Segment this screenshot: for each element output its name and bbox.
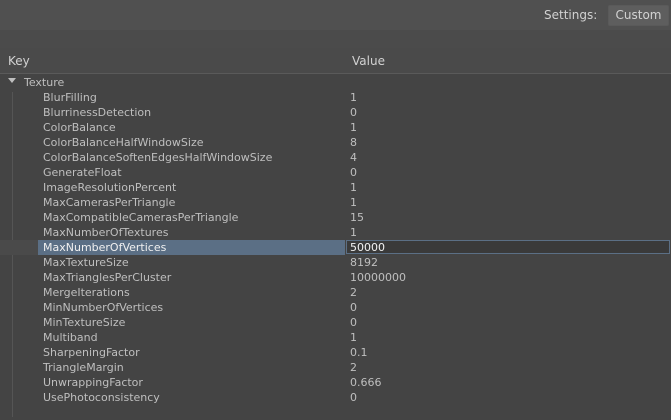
table-row[interactable]: MaxNumberOfTextures 1 — [0, 225, 671, 240]
table-row[interactable]: BlurFilling 1 — [0, 90, 671, 105]
settings-panel: Settings: Custom Key Value Texture BlurF… — [0, 0, 671, 420]
property-key: MaxTextureSize — [43, 256, 129, 269]
table-row[interactable]: MaxNumberOfVertices 50000 — [0, 240, 671, 255]
property-value: 1 — [350, 121, 357, 134]
property-key: BlurrinessDetection — [43, 106, 152, 119]
property-value-input[interactable]: 50000 — [350, 241, 385, 254]
table-row[interactable]: ImageResolutionPercent 1 — [0, 180, 671, 195]
property-value: 0 — [350, 391, 357, 404]
property-key: BlurFilling — [43, 91, 97, 104]
chevron-down-icon[interactable] — [8, 78, 16, 83]
property-key: ColorBalance — [43, 121, 116, 134]
property-value: 0 — [350, 301, 357, 314]
table-row[interactable]: ColorBalanceSoftenEdgesHalfWindowSize 4 — [0, 150, 671, 165]
property-key: ImageResolutionPercent — [43, 181, 177, 194]
property-value: 1 — [350, 196, 357, 209]
property-value: 1 — [350, 331, 357, 344]
property-key: MaxTrianglesPerCluster — [43, 271, 172, 284]
property-key: UnwrappingFactor — [43, 376, 143, 389]
property-value: 10000000 — [350, 271, 406, 284]
top-toolbar: Settings: Custom — [0, 0, 671, 30]
property-key: ColorBalanceSoftenEdgesHalfWindowSize — [43, 151, 273, 164]
property-value: 1 — [350, 91, 357, 104]
property-key: GenerateFloat — [43, 166, 122, 179]
property-key: MinTextureSize — [43, 316, 126, 329]
property-value: 8 — [350, 136, 357, 149]
property-key: MaxNumberOfTextures — [43, 226, 169, 239]
property-key: MaxCamerasPerTriangle — [43, 196, 176, 209]
table-row[interactable]: MaxTextureSize 8192 — [0, 255, 671, 270]
property-value: 2 — [350, 286, 357, 299]
table-row[interactable]: GenerateFloat 0 — [0, 165, 671, 180]
property-value: 0 — [350, 166, 357, 179]
property-value: 0.1 — [350, 346, 368, 359]
property-key: ColorBalanceHalfWindowSize — [43, 136, 204, 149]
value-editor[interactable] — [346, 240, 670, 254]
property-key: MaxNumberOfVertices — [43, 241, 167, 254]
property-value: 0 — [350, 106, 357, 119]
property-key: Multiband — [43, 331, 98, 344]
table-row[interactable]: MaxCompatibleCamerasPerTriangle 15 — [0, 210, 671, 225]
property-key: TriangleMargin — [43, 361, 124, 374]
table-row[interactable]: MinTextureSize 0 — [0, 315, 671, 330]
table-row[interactable]: UsePhotoconsistency 0 — [0, 390, 671, 405]
property-tree: Texture BlurFilling 1 BlurrinessDetection 0… — [0, 74, 671, 420]
column-header-value[interactable]: Value — [352, 54, 385, 68]
property-key: MaxCompatibleCamerasPerTriangle — [43, 211, 239, 224]
table-row[interactable]: MaxCamerasPerTriangle 1 — [0, 195, 671, 210]
settings-preset-button[interactable]: Custom — [608, 5, 669, 26]
property-key: MergeIterations — [43, 286, 130, 299]
property-value: 1 — [350, 181, 357, 194]
table-row[interactable]: Multiband 1 — [0, 330, 671, 345]
property-key: UsePhotoconsistency — [43, 391, 160, 404]
table-row[interactable]: MinNumberOfVertices 0 — [0, 300, 671, 315]
property-value: 0 — [350, 316, 357, 329]
property-value: 4 — [350, 151, 357, 164]
column-header-key[interactable]: Key — [8, 54, 30, 68]
property-value: 1 — [350, 226, 357, 239]
table-row[interactable]: MaxTrianglesPerCluster 10000000 — [0, 270, 671, 285]
table-row[interactable]: BlurrinessDetection 0 — [0, 105, 671, 120]
table-row[interactable]: TriangleMargin 2 — [0, 360, 671, 375]
property-value: 8192 — [350, 256, 378, 269]
property-key: MinNumberOfVertices — [43, 301, 164, 314]
table-row[interactable]: ColorBalanceHalfWindowSize 8 — [0, 135, 671, 150]
property-rows: BlurFilling 1 BlurrinessDetection 0 ColorBal… — [0, 90, 671, 405]
property-value: 0.666 — [350, 376, 382, 389]
property-key: SharpeningFactor — [43, 346, 140, 359]
table-row[interactable]: SharpeningFactor 0.1 — [0, 345, 671, 360]
settings-label: Settings: — [544, 8, 598, 22]
tree-group-texture[interactable]: Texture — [0, 76, 671, 90]
table-row[interactable]: ColorBalance 1 — [0, 120, 671, 135]
property-value: 2 — [350, 361, 357, 374]
table-row[interactable]: UnwrappingFactor 0.666 — [0, 375, 671, 390]
property-value: 15 — [350, 211, 364, 224]
table-row[interactable]: MergeIterations 2 — [0, 285, 671, 300]
table-header: Key Value — [0, 48, 671, 74]
tree-group-label: Texture — [24, 76, 65, 89]
